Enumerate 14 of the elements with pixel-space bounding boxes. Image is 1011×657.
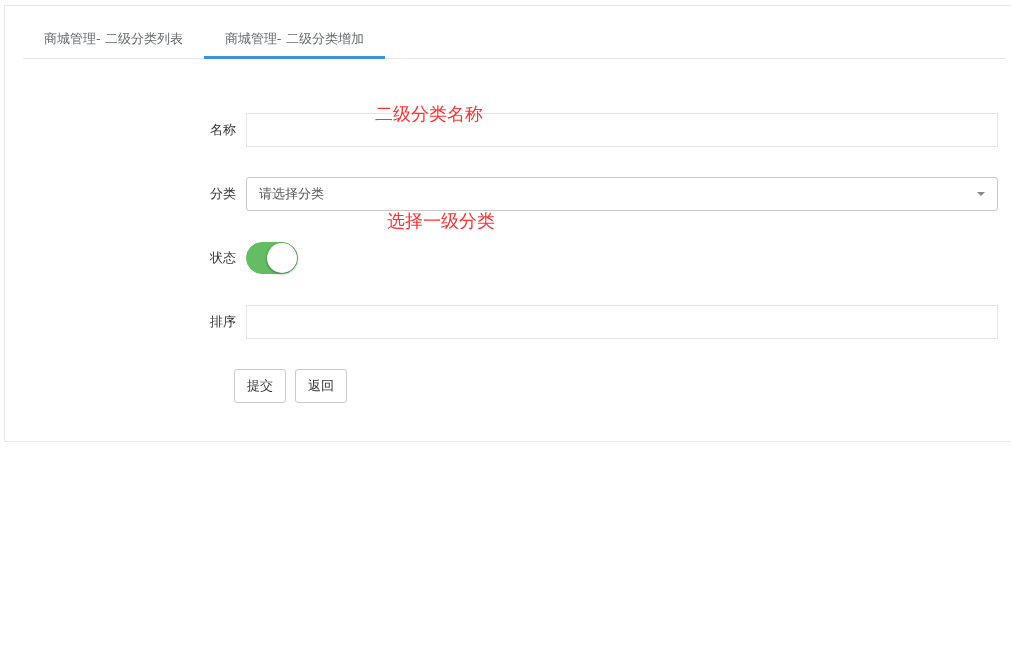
form-button[interactable]: 提交 (234, 369, 286, 403)
field-label: 名称 (209, 121, 237, 140)
tab[interactable]: 商城管理- 二级分类增加 (203, 22, 385, 59)
annotation-text: 二级分类名称 (375, 102, 483, 126)
tab[interactable]: 商城管理- 二级分类列表 (23, 22, 204, 59)
caret-icon (977, 192, 985, 196)
field-label: 分类 (209, 185, 237, 204)
text-input-field[interactable] (246, 305, 998, 339)
field-label: 状态 (209, 249, 237, 268)
category-select[interactable]: 请选择分类 (246, 177, 998, 211)
annotation-text: 选择一级分类 (387, 212, 495, 230)
status-switch[interactable] (246, 242, 298, 274)
field-label: 排序 (209, 313, 237, 332)
form-button[interactable]: 返回 (295, 369, 347, 403)
